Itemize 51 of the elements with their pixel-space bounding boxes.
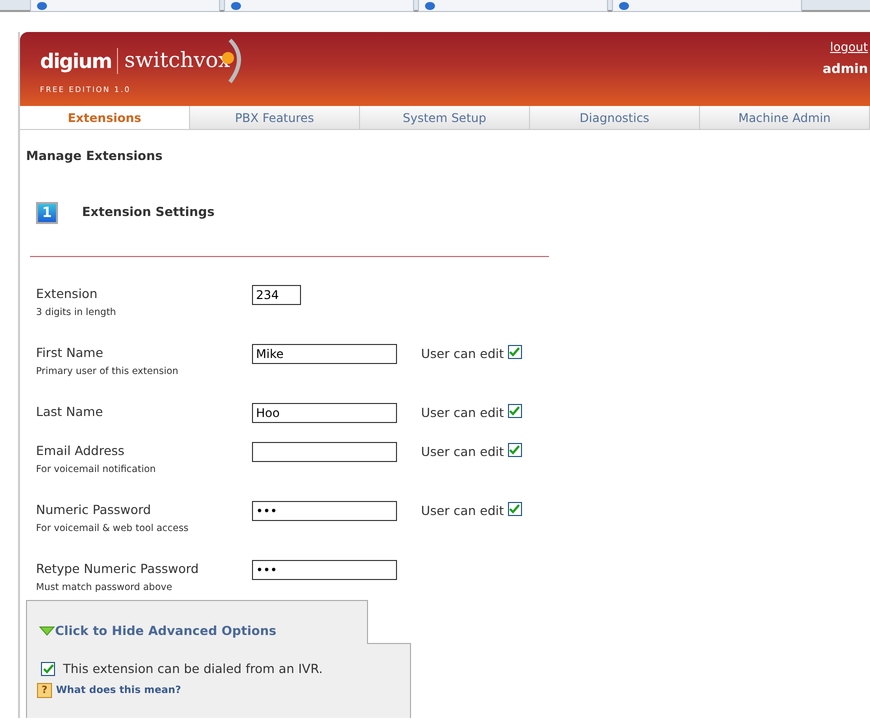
field-hint: For voicemail & web tool access [36, 522, 190, 536]
logout-link[interactable]: logout [830, 40, 868, 54]
browser-icon [619, 2, 629, 10]
field-label: First Name [36, 344, 104, 361]
field-label: Numeric Password [36, 500, 152, 518]
input-field[interactable]: ••• [252, 500, 397, 521]
checkbox-label: User can edit [421, 404, 504, 422]
input-field[interactable]: Mike [252, 344, 397, 364]
section-title: Extension Settings [82, 203, 215, 222]
checkbox-label: User can edit [421, 442, 504, 461]
checkbox-label: User can edit [421, 344, 504, 363]
browser-tab[interactable] [30, 0, 220, 12]
browser-icon [425, 2, 435, 10]
nav-tab[interactable]: Diagnostics [530, 106, 700, 129]
checkbox[interactable] [508, 404, 522, 418]
input-field[interactable]: 234 [252, 284, 301, 305]
input-field[interactable]: Hoo [252, 402, 397, 423]
browser-icon [231, 2, 241, 10]
checkbox[interactable] [508, 502, 522, 516]
field-hint: For voicemail notification [36, 462, 157, 477]
browser-tab[interactable] [418, 0, 608, 12]
input-field[interactable] [252, 442, 397, 462]
help-link[interactable]: What does this mean? [56, 682, 182, 698]
help-icon: ? [37, 682, 52, 698]
field-label: Email Address [36, 442, 126, 459]
advanced-toggle[interactable]: Click to Hide Advanced Options [39, 622, 276, 641]
browser-tab[interactable] [224, 0, 414, 12]
checkbox[interactable] [508, 442, 522, 457]
field-hint: Primary user of this extension [36, 364, 180, 379]
brand-logo-text: digium [40, 48, 112, 75]
username: admin [822, 60, 868, 78]
nav-tab[interactable]: System Setup [360, 106, 530, 129]
browser-tab[interactable] [612, 0, 802, 12]
field-hint: Must match password above [36, 580, 174, 595]
nav-tab[interactable]: Machine Admin [700, 106, 870, 129]
nav-tab[interactable]: PBX Features [190, 106, 360, 129]
field-hint: 3 digits in length [36, 306, 118, 320]
page-title: Manage Extensions [26, 147, 164, 165]
browser-icon [37, 2, 47, 10]
product-logo-text: switchvox [124, 47, 230, 74]
input-field[interactable]: ••• [252, 560, 397, 580]
checkbox-label: User can edit [421, 502, 504, 520]
checkbox[interactable] [41, 662, 55, 676]
step-number-icon: 1 [36, 202, 58, 224]
field-label: Extension [36, 284, 98, 302]
nav-tab[interactable]: Extensions [20, 106, 190, 129]
field-label: Last Name [36, 402, 104, 420]
checkbox[interactable] [508, 344, 522, 359]
checkbox-label: This extension can be dialed from an IVR. [63, 660, 323, 678]
field-label: Retype Numeric Password [36, 560, 200, 577]
triangle-icon [39, 626, 55, 636]
